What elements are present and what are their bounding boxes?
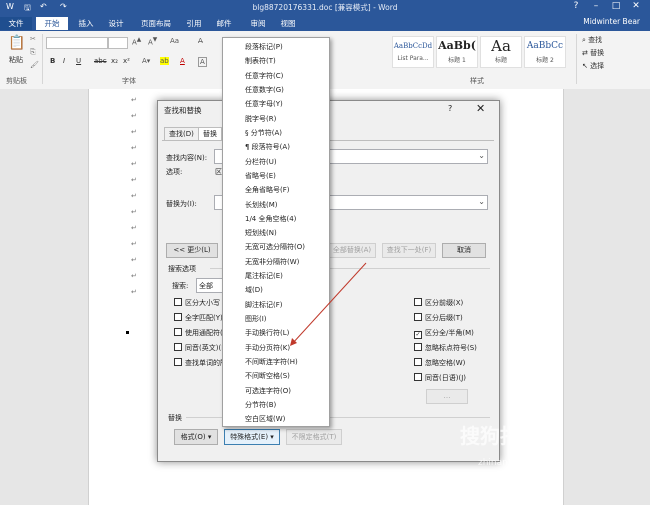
watermark-text: 搜狗指南 — [460, 424, 540, 448]
watermark-url: zhinan.sogou.com — [478, 458, 560, 468]
annotation-arrow — [290, 262, 367, 346]
